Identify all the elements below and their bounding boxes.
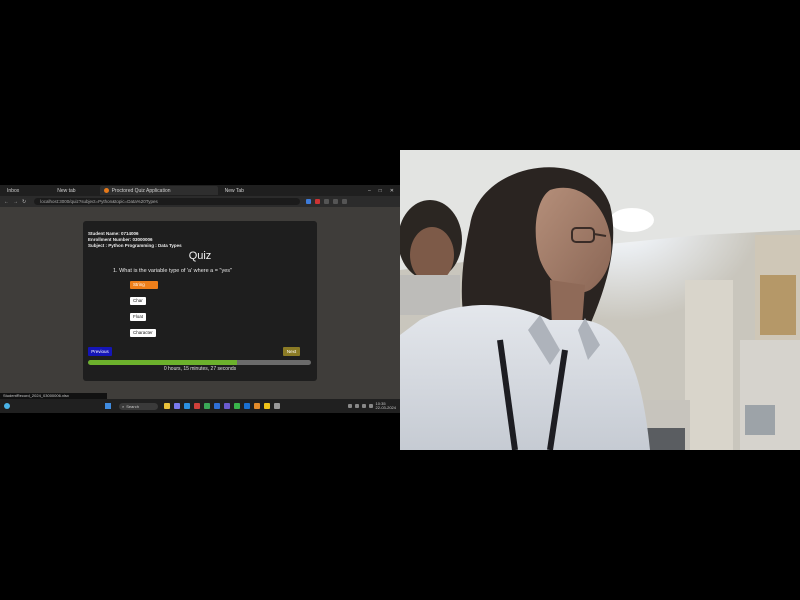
wifi-icon[interactable] (354, 404, 359, 408)
app-icon[interactable] (214, 403, 220, 409)
app-icon[interactable] (254, 403, 260, 409)
site-favicon-icon (103, 188, 109, 193)
quiz-card: Student Name: 0714006 Enrollment Number:… (83, 221, 317, 381)
minimize-icon[interactable]: – (368, 188, 371, 194)
countdown-timer: 0 hours, 15 minutes, 27 seconds (163, 366, 237, 372)
browser-tab-active[interactable]: Proctored Quiz Application (99, 186, 218, 195)
edge-icon[interactable] (184, 403, 190, 409)
battery-icon[interactable] (368, 404, 373, 408)
maximize-icon[interactable]: □ (379, 188, 382, 194)
search-icon: ⌕ (122, 403, 125, 409)
tab-label: Proctored Quiz Application (111, 187, 171, 194)
browser-tab[interactable]: New tab (53, 186, 79, 195)
extensions (306, 199, 348, 204)
browser-tab-bar: Inbox New tab Proctored Quiz Application… (0, 185, 400, 196)
question-text: 1. What is the variable type of 'a' wher… (113, 268, 232, 274)
file-explorer-icon[interactable] (164, 403, 170, 409)
chevron-up-icon[interactable] (347, 404, 352, 408)
app-icon[interactable] (174, 403, 180, 409)
volume-icon[interactable] (361, 404, 366, 408)
forward-icon[interactable]: → (13, 199, 18, 205)
clock[interactable]: 10:35 22-03-2024 (376, 402, 396, 410)
option-button[interactable]: Char (130, 297, 146, 305)
page-title: Quiz (188, 250, 212, 262)
reload-icon[interactable]: ↻ (22, 199, 26, 205)
enrollment-number: Enrollment Number: 03000006 (88, 237, 153, 242)
app-icon[interactable] (224, 403, 230, 409)
progress-bar (88, 360, 311, 365)
webcam-image (400, 150, 800, 450)
progress-fill (88, 360, 238, 365)
student-name: Student Name: 0714006 (88, 231, 139, 236)
app-icon[interactable] (204, 403, 210, 409)
menu-icon[interactable] (342, 199, 348, 204)
extension-icon[interactable] (324, 199, 330, 204)
weather-icon[interactable] (4, 403, 10, 409)
taskbar-apps (164, 403, 280, 409)
app-icon[interactable] (264, 403, 270, 409)
search-placeholder: Search (126, 403, 139, 409)
app-icon[interactable] (194, 403, 200, 409)
extension-icon[interactable] (306, 199, 312, 204)
system-tray: 10:35 22-03-2024 (347, 402, 400, 410)
subject-line: Subject : Python Programming : Data Type… (88, 243, 182, 248)
profile-icon[interactable] (333, 199, 339, 204)
tab-label: Inbox (7, 187, 20, 194)
screen-share: Inbox New tab Proctored Quiz Application… (0, 185, 400, 413)
extension-icon[interactable] (315, 199, 321, 204)
option-button[interactable]: Float (130, 313, 147, 321)
webcam-feed (400, 150, 800, 450)
address-bar-row: ← → ↻ localhost:3000/quiz?subject=Python… (0, 196, 400, 207)
app-icon[interactable] (274, 403, 280, 409)
chrome-icon[interactable] (234, 403, 240, 409)
option-button-selected[interactable]: String (130, 281, 158, 289)
taskbar-search[interactable]: ⌕ Search (119, 402, 158, 410)
browser-tab[interactable]: New Tab (221, 186, 248, 195)
tab-label: New tab (57, 187, 76, 194)
previous-button[interactable]: Previous (88, 347, 112, 356)
close-icon[interactable]: ✕ (390, 188, 394, 194)
window-controls: – □ ✕ (368, 188, 400, 194)
taskbar: ⌕ Search 10:35 22-03-2024 (0, 399, 400, 413)
tab-label: New Tab (224, 187, 244, 194)
back-icon[interactable]: ← (4, 199, 9, 205)
browser-tab[interactable]: Inbox (3, 186, 23, 195)
url-input[interactable]: localhost:3000/quiz?subject=Python&topic… (34, 198, 301, 205)
option-button[interactable]: Character (130, 329, 156, 337)
vscode-icon[interactable] (244, 403, 250, 409)
next-button[interactable]: Next (283, 347, 300, 356)
windows-start-icon[interactable] (105, 403, 111, 409)
clock-date: 22-03-2024 (375, 405, 396, 410)
